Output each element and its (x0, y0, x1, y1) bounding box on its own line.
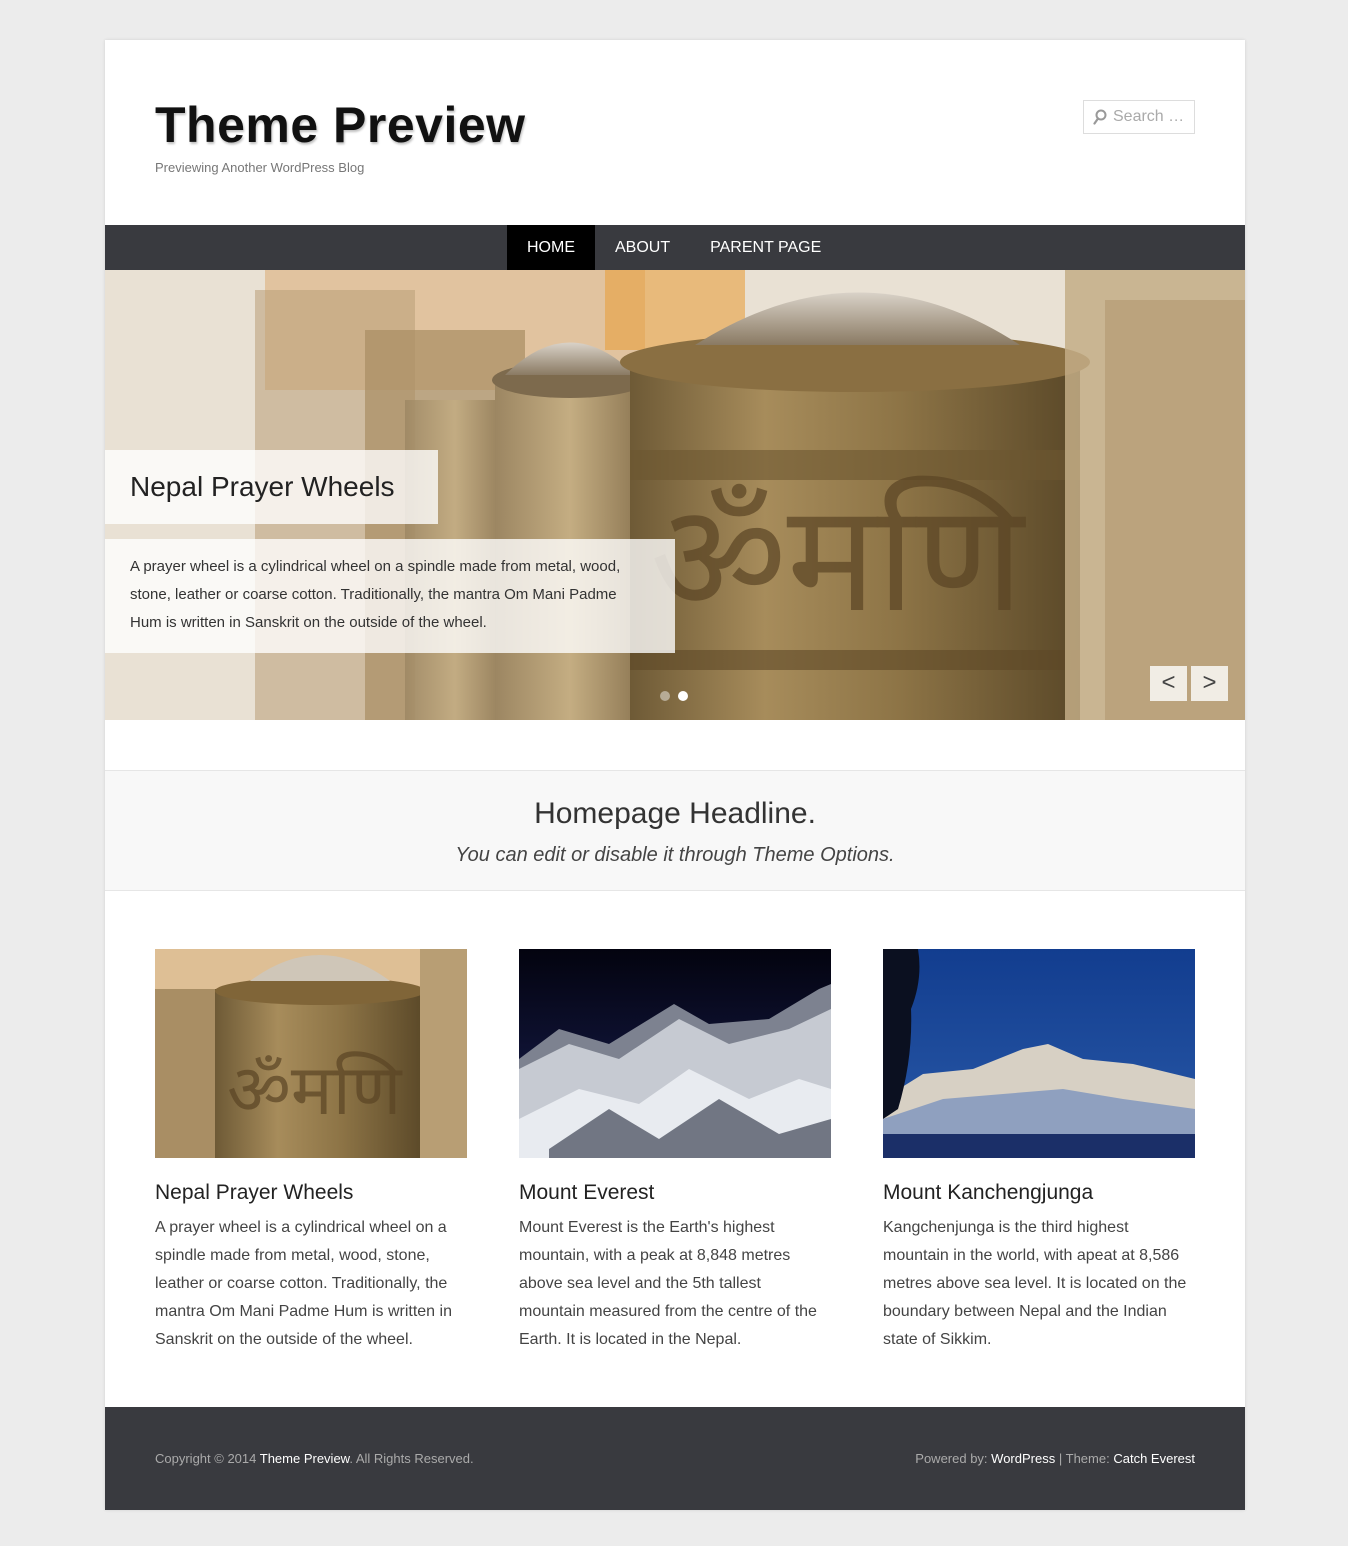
site-description: Previewing Another WordPress Blog (155, 160, 365, 175)
site-title[interactable]: Theme Preview (155, 96, 526, 154)
feature-image-mount-kanchengjunga[interactable] (883, 949, 1195, 1158)
search-form[interactable] (1083, 100, 1195, 134)
theme-link[interactable]: Catch Everest (1113, 1451, 1195, 1466)
headline-subtitle: You can edit or disable it through Theme… (455, 844, 895, 866)
feature-title[interactable]: Mount Everest (519, 1181, 831, 1205)
feature-excerpt: Mount Everest is the Earth's highest mou… (519, 1219, 817, 1348)
powered-prefix: Powered by: (915, 1451, 988, 1466)
search-input[interactable] (1113, 108, 1193, 126)
featured-slider: ॐमणि Nepal Prayer Wheels A prayer wheel … (105, 270, 1245, 720)
main-navigation: HOME ABOUT PARENT PAGE (105, 225, 1245, 270)
copyright-suffix: . All Rights Reserved. (349, 1451, 474, 1466)
footer-separator: | (1058, 1451, 1063, 1466)
slider-prev-button[interactable]: < (1150, 666, 1187, 701)
search-icon (1093, 109, 1107, 125)
feature-card-3: Mount Kanchengjunga Kangchenjunga is the… (883, 949, 1195, 1354)
nav-item-parent-page[interactable]: PARENT PAGE (690, 225, 841, 270)
feature-excerpt: Kangchenjunga is the third highest mount… (883, 1219, 1187, 1348)
footer-site-link[interactable]: Theme Preview (260, 1451, 350, 1466)
feature-image-mount-everest[interactable] (519, 949, 831, 1158)
nav-item-about[interactable]: ABOUT (595, 225, 690, 270)
page-container: Theme Preview Previewing Another WordPre… (105, 40, 1245, 1510)
svg-text:ॐमणि: ॐमणि (227, 1049, 403, 1131)
slide-title[interactable]: Nepal Prayer Wheels (105, 450, 438, 524)
homepage-headline: Homepage Headline. You can edit or disab… (105, 770, 1245, 891)
slider-dot-2[interactable] (678, 691, 688, 701)
feature-image-prayer-wheels[interactable]: ॐमणि (155, 949, 467, 1158)
feature-excerpt: A prayer wheel is a cylindrical wheel on… (155, 1219, 452, 1348)
feature-title[interactable]: Nepal Prayer Wheels (155, 1181, 467, 1205)
slider-pager (660, 691, 688, 701)
feature-card-2: Mount Everest Mount Everest is the Earth… (519, 949, 831, 1354)
feature-card-1: ॐमणि Nepal Prayer Wheels A prayer wheel … (155, 949, 467, 1354)
slider-dot-1[interactable] (660, 691, 670, 701)
site-footer: Copyright © 2014 Theme Preview. All Righ… (105, 1407, 1245, 1510)
footer-credits: Powered by: WordPress | Theme: Catch Eve… (915, 1451, 1195, 1466)
feature-title[interactable]: Mount Kanchengjunga (883, 1181, 1195, 1205)
slider-next-button[interactable]: > (1191, 666, 1228, 701)
nav-item-home[interactable]: HOME (507, 225, 595, 270)
wordpress-link[interactable]: WordPress (991, 1451, 1055, 1466)
copyright-prefix: Copyright © 2014 (155, 1451, 257, 1466)
slide-excerpt: A prayer wheel is a cylindrical wheel on… (105, 539, 675, 653)
theme-prefix: Theme: (1065, 1451, 1110, 1466)
headline-title: Homepage Headline. (534, 797, 816, 830)
footer-copyright: Copyright © 2014 Theme Preview. All Righ… (155, 1451, 474, 1466)
svg-text:ॐमणि: ॐमणि (650, 472, 1026, 646)
